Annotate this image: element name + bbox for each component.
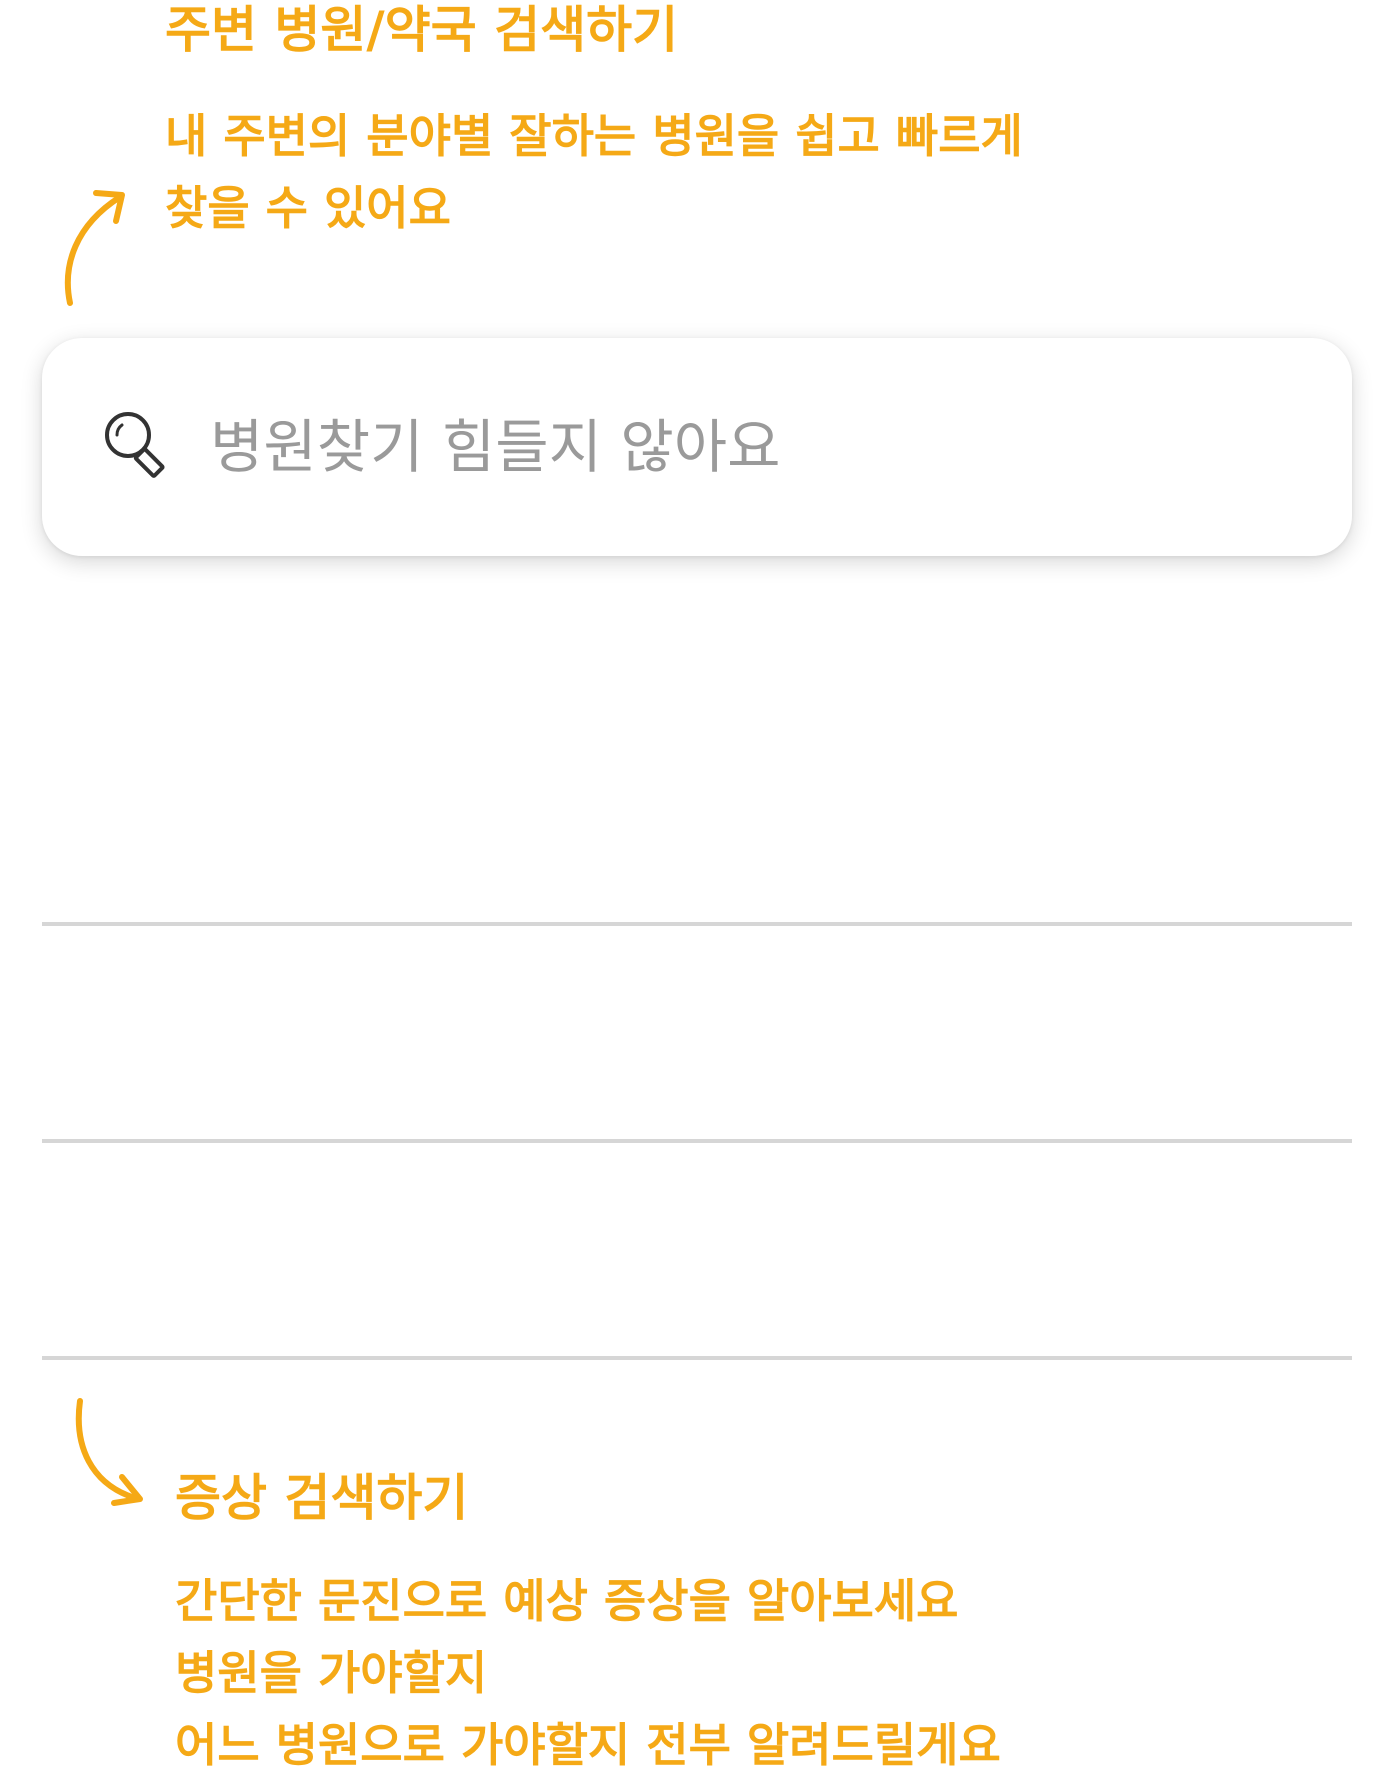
divider: [42, 922, 1352, 926]
divider: [42, 1139, 1352, 1143]
divider: [42, 1356, 1352, 1360]
symptom-feature-title: 증상 검색하기: [175, 1469, 469, 1527]
symptom-feature-description-line-1: 간단한 문진으로 예상 증상을 알아보세요: [175, 1574, 959, 1628]
search-feature-title: 주변 병원/약국 검색하기: [165, 1, 679, 59]
search-bar[interactable]: [42, 338, 1352, 556]
symptom-feature-description-line-3: 어느 병원으로 가야할지 전부 알려드릴게요: [175, 1718, 1001, 1772]
curved-arrow-up-icon: [64, 190, 125, 306]
symptom-feature-description-line-2: 병원을 가야할지: [175, 1646, 488, 1700]
search-feature-description: 내 주변의 분야별 잘하는 병원을 쉽고 빠르게 찾을 수 있어요: [165, 100, 1023, 244]
search-input[interactable]: [210, 402, 1260, 492]
search-feature-description-line-2: 찾을 수 있어요: [165, 181, 451, 235]
curved-arrow-down-icon: [75, 1398, 143, 1506]
search-icon: [105, 412, 165, 478]
symptom-feature-description: 간단한 문진으로 예상 증상을 알아보세요 병원을 가야할지 어느 병원으로 가…: [175, 1565, 1001, 1781]
page: 주변 병원/약국 검색하기 내 주변의 분야별 잘하는 병원을 쉽고 빠르게 찾…: [0, 0, 1396, 1782]
search-feature-description-line-1: 내 주변의 분야별 잘하는 병원을 쉽고 빠르게: [165, 109, 1023, 163]
